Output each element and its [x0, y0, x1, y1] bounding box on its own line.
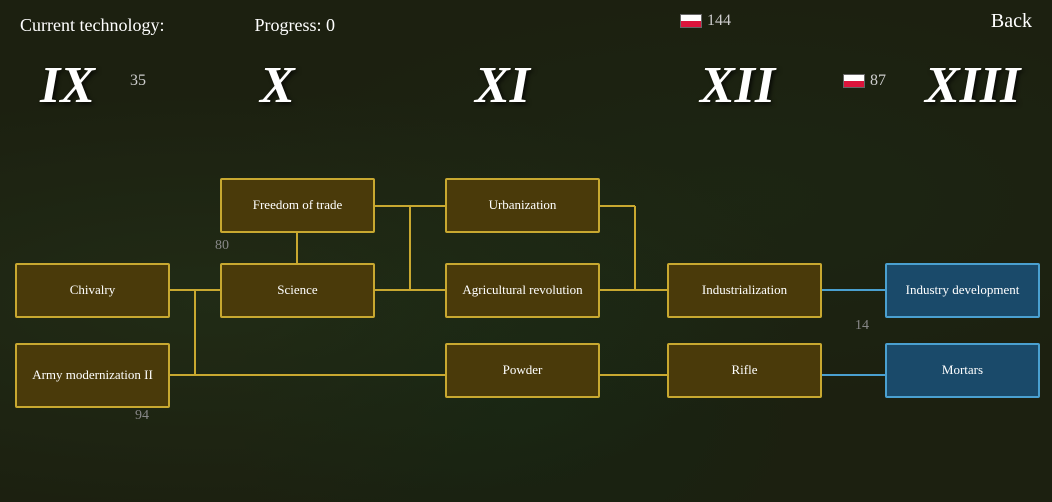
tech-node-industrialization[interactable]: Industrialization	[667, 263, 822, 318]
era-x-label: X	[260, 56, 295, 115]
era-bar: IX X XI XII XIII	[0, 55, 1052, 115]
header: Current technology: Progress: 0 Back	[0, 0, 1052, 50]
current-tech-label: Current technology:	[20, 15, 164, 36]
era-xiii-label: XIII	[925, 56, 1020, 115]
tech-node-freedom-of-trade[interactable]: Freedom of trade	[220, 178, 375, 233]
tech-node-rifle[interactable]: Rifle	[667, 343, 822, 398]
tech-node-agricultural-revolution[interactable]: Agricultural revolution	[445, 263, 600, 318]
tech-node-army-mod[interactable]: Army modernization II	[15, 343, 170, 408]
era-xii-label: XII	[700, 56, 775, 115]
tech-node-science[interactable]: Science	[220, 263, 375, 318]
era-xi-label: XI	[475, 56, 530, 115]
back-button[interactable]: Back	[991, 10, 1032, 33]
progress-label: Progress: 0	[254, 15, 335, 36]
tech-node-industry-development[interactable]: Industry development	[885, 263, 1040, 318]
tech-node-urbanization[interactable]: Urbanization	[445, 178, 600, 233]
tech-node-chivalry[interactable]: Chivalry	[15, 263, 170, 318]
era-ix-label: IX	[40, 56, 95, 115]
tech-node-mortars[interactable]: Mortars	[885, 343, 1040, 398]
tech-node-powder[interactable]: Powder	[445, 343, 600, 398]
